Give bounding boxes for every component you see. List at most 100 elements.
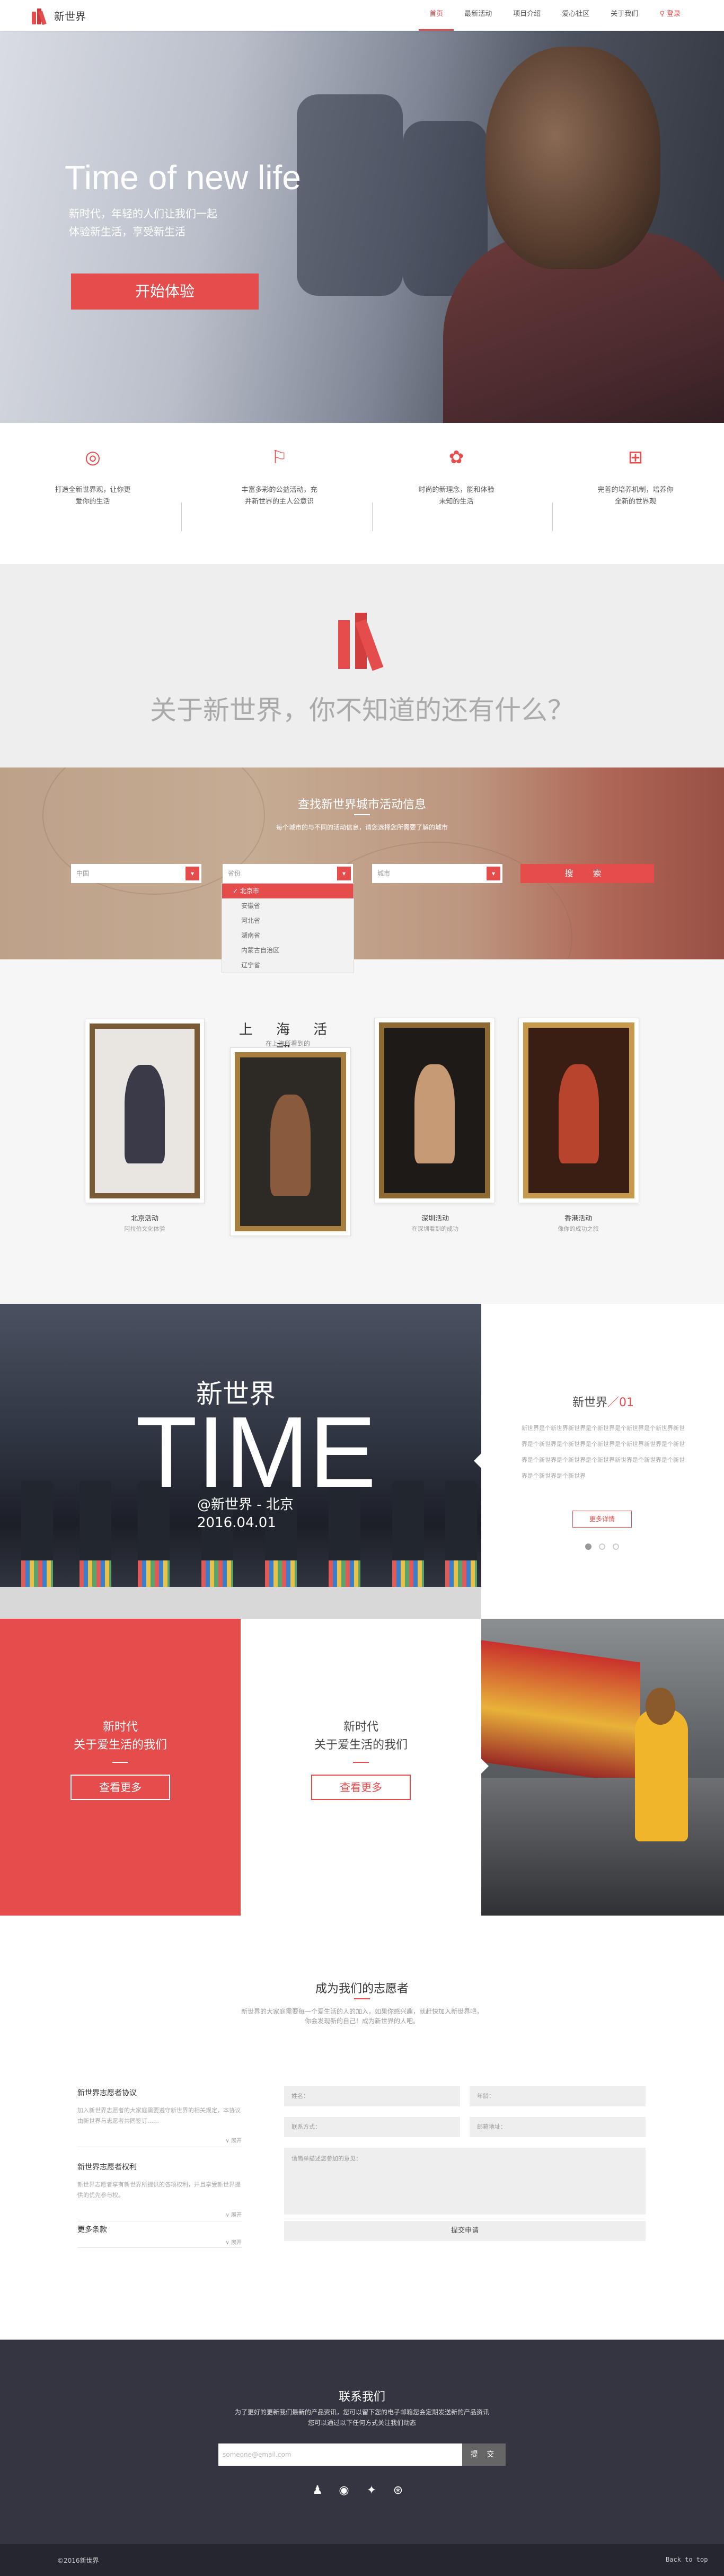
card-caption: 北京活动 [130, 1215, 158, 1223]
qq-icon[interactable]: ♟ [310, 2483, 325, 2499]
login-link[interactable]: ⚲ 登录 [649, 0, 691, 31]
search-button[interactable]: 搜 索 [520, 864, 654, 883]
chevron-down-icon: ▾ [186, 867, 199, 880]
time-banner: 新世界 TIME @新世界 - 北京 2016.04.01 [0, 1304, 481, 1619]
feature-text: 时尚的新理念，能和体验 [418, 486, 495, 494]
user-icon: ⚲ [659, 10, 665, 18]
nav-item-about[interactable]: 关于我们 [600, 0, 649, 31]
feature-item: ⊞ 完善的培养机制，培养你 全新的世界观 [575, 444, 696, 508]
sock-shape [265, 1560, 297, 1587]
agreement-block: 更多条款 ∨ 展开 [77, 2224, 242, 2251]
expand-link[interactable]: ∨ 展开 [226, 2210, 242, 2218]
feature-text: 丰富多彩的公益活动，充 [241, 486, 317, 494]
back-to-top-link[interactable]: Back to top [666, 2556, 708, 2563]
title-underline [354, 814, 370, 815]
feature-text: 并新世界的主人公意识 [244, 498, 314, 506]
divider [181, 502, 182, 531]
city-select[interactable]: 城市 ▾ [372, 864, 502, 883]
nav-item-home[interactable]: 首页 [419, 0, 454, 31]
volunteer-title: 成为我们的志愿者 [315, 1982, 409, 1996]
hero-title: Time of new life [65, 158, 301, 197]
expand-link[interactable]: ∨ 展开 [226, 2136, 242, 2144]
panel-pointer [474, 1453, 481, 1468]
feature-text: 打造全新世界观，让你更 [55, 486, 131, 494]
gallery-card-shenzhen[interactable] [374, 1018, 495, 1203]
photo-pointer [481, 1759, 489, 1774]
hero-subtitle: 新时代，年轻的人们让我们一起 体验新生活，享受新生活 [69, 205, 217, 241]
view-more-button[interactable]: 查看更多 [311, 1775, 411, 1800]
province-select[interactable]: 省份 ▾ [223, 864, 353, 883]
newsletter-submit-button[interactable]: 提 交 [462, 2443, 506, 2466]
target-icon: ◎ [85, 447, 101, 468]
twitter-icon[interactable]: ✦ [364, 2483, 379, 2499]
gallery-subtitle: 在上海所看到的 [265, 1040, 310, 1047]
painting-figure [125, 1065, 165, 1164]
divider [372, 502, 373, 531]
weibo-icon[interactable]: ◉ [336, 2483, 352, 2499]
feature-text: 未知的生活 [439, 498, 474, 506]
dropdown-option[interactable]: 安徽省 [222, 898, 354, 913]
logo[interactable]: 新世界 [31, 6, 86, 25]
carousel-dot[interactable] [585, 1543, 591, 1550]
time-location: @新世界 - 北京 [197, 1497, 294, 1513]
sock-shape [329, 1560, 360, 1587]
painting-figure [559, 1064, 599, 1163]
card-caption: 香港活动 [564, 1215, 592, 1223]
footer-title: 联系我们 [338, 2390, 385, 2404]
email-field[interactable]: 邮箱地址： [470, 2117, 646, 2137]
age-field[interactable]: 年龄： [470, 2086, 646, 2106]
province-dropdown: ✓ 北京市 安徽省 河北省 湖南省 内蒙古自治区 辽宁省 [222, 883, 354, 973]
dropdown-option[interactable]: 湖南省 [222, 928, 354, 943]
feature-item: ⚐ 丰富多彩的公益活动，充 并新世界的主人公意识 [218, 444, 340, 508]
message-textarea[interactable]: 请简单描述您参加的意见： [284, 2148, 646, 2215]
contact-field[interactable]: 联系方式： [284, 2117, 460, 2137]
name-field[interactable]: 姓名： [284, 2086, 460, 2106]
panel-text: 新世界是个新世界新世界是个新世界是个新世界是个新世界新世界是个新世界是个新世界是… [522, 1425, 685, 1479]
promo-line: 关于爱生活的我们 [314, 1739, 408, 1752]
flower-icon: ✿ [448, 447, 464, 468]
country-select[interactable]: 中国 ▾ [71, 864, 201, 883]
dropdown-option[interactable]: 辽宁省 [222, 958, 354, 973]
time-info-panel: 新世界／01 新世界是个新世界新世界是个新世界是个新世界是个新世界新世界是个新世… [474, 1304, 724, 1619]
promo-line: 新时代 [343, 1721, 378, 1734]
carousel-dot[interactable] [613, 1543, 619, 1550]
gallery-card-shanghai[interactable] [230, 1047, 351, 1236]
hero-subtitle-line: 体验新生活，享受新生活 [69, 225, 186, 238]
more-details-button[interactable]: 更多详情 [572, 1511, 632, 1528]
option-label: 北京市 [240, 887, 259, 895]
city-search-section: 查找新世界城市活动信息 每个城市的与不同的活动信息，请您选择您所需要了解的城市 … [0, 767, 724, 959]
dropdown-option[interactable]: 内蒙古自治区 [222, 943, 354, 958]
sock-shape [138, 1560, 170, 1587]
chevron-down-icon: ▾ [337, 867, 351, 880]
start-experience-button[interactable]: 开始体验 [71, 274, 259, 310]
title-underline [354, 1998, 370, 1999]
panel-title-number: ／01 [607, 1396, 634, 1409]
flag-icon: ⚐ [271, 447, 288, 468]
time-date: 2016.04.01 [197, 1515, 276, 1531]
person-head-shape [646, 1688, 675, 1725]
sock-shape [392, 1560, 424, 1587]
newsletter-email-input[interactable]: someone@email.com [218, 2443, 462, 2466]
painting-figure [414, 1064, 455, 1163]
submit-application-button[interactable]: 提交申请 [284, 2221, 646, 2241]
hero-person-head [485, 47, 660, 269]
about-title: 关于新世界，你不知道的还有什么？ [150, 695, 574, 726]
dribbble-icon[interactable]: ⊛ [390, 2483, 406, 2499]
carousel-dot[interactable] [599, 1543, 605, 1550]
panel-title: 新世界／01 [572, 1393, 634, 1410]
dropdown-option[interactable]: 河北省 [222, 913, 354, 928]
expand-link[interactable]: ∨ 展开 [226, 2238, 242, 2246]
top-navbar: 新世界 首页 最新活动 项目介绍 爱心社区 关于我们 ⚲ 登录 [0, 0, 724, 31]
nav-item-latest-events[interactable]: 最新活动 [454, 0, 502, 31]
gallery-card-beijing[interactable] [85, 1019, 205, 1203]
dropdown-option[interactable]: ✓ 北京市 [222, 884, 354, 898]
view-more-button[interactable]: 查看更多 [70, 1775, 170, 1800]
promo-line: 新时代 [102, 1721, 138, 1734]
gallery-card-hongkong[interactable] [518, 1018, 639, 1203]
nav-item-projects[interactable]: 项目介绍 [502, 0, 551, 31]
painting-image [90, 1024, 200, 1198]
divider [77, 2247, 242, 2248]
promo-divider [112, 1762, 128, 1763]
select-value: 省份 [228, 870, 241, 877]
nav-item-community[interactable]: 爱心社区 [551, 0, 600, 31]
